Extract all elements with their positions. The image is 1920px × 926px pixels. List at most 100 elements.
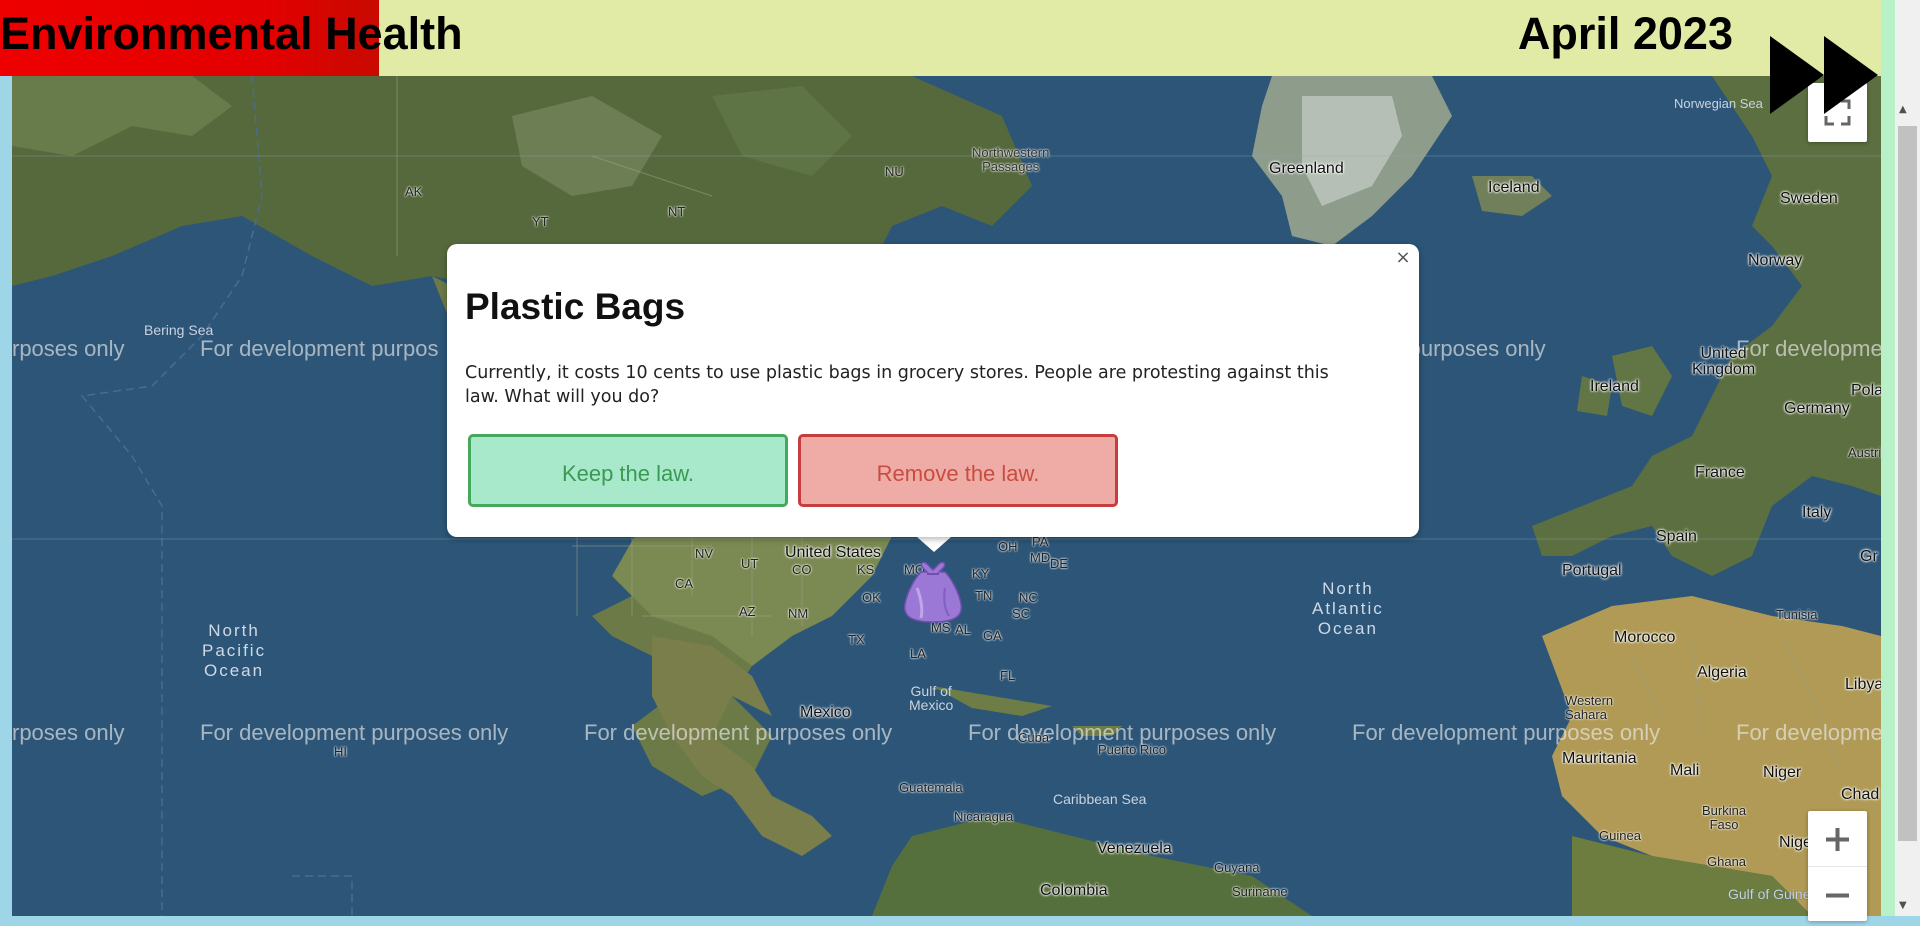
watermark: For development purposes only: [1352, 720, 1661, 745]
map-label-suriname: Suriname: [1232, 884, 1288, 899]
popup-description: Currently, it costs 10 cents to use plas…: [465, 363, 1329, 407]
map-label-guatemala: Guatemala: [899, 780, 963, 795]
plastic-bag-marker[interactable]: [897, 558, 969, 626]
map-label-portugal: Portugal: [1562, 562, 1622, 579]
map-label-nt: NT: [668, 204, 686, 219]
map-label-oh: OH: [998, 539, 1018, 554]
keep-law-button[interactable]: Keep the law.: [468, 434, 788, 507]
watermark: For development purpos: [200, 336, 439, 361]
map-label-ga: GA: [983, 628, 1002, 643]
map-label-norway: Norway: [1748, 252, 1803, 269]
map-label-mali: Mali: [1670, 762, 1700, 779]
top-bar: Environmental Health April 2023: [0, 0, 1895, 76]
map-label-nc: NC: [1019, 590, 1038, 605]
watermark: For development purposes only: [200, 720, 509, 745]
map-label-nu: NU: [885, 164, 904, 179]
map-label-spain: Spain: [1656, 528, 1697, 545]
map-label-morocco: Morocco: [1614, 629, 1676, 646]
scrollbar-thumb[interactable]: [1898, 126, 1917, 841]
minus-icon: [1826, 893, 1849, 898]
map-label-burkina-faso: Burkina Faso: [1702, 803, 1747, 832]
popup-pointer: [917, 537, 951, 552]
map-label-la: LA: [910, 646, 926, 661]
fast-forward-icon: [1770, 36, 1878, 114]
watermark: rposes only: [12, 720, 125, 745]
map-label-ok: OK: [862, 590, 881, 605]
map-label-mauritania: Mauritania: [1562, 750, 1637, 767]
right-edge-strip: [1881, 0, 1895, 916]
map-label-fl: FL: [1000, 668, 1016, 683]
map-label-ks: KS: [857, 562, 875, 577]
map-label-md: MD: [1030, 550, 1051, 565]
map-label-ireland: Ireland: [1590, 378, 1639, 395]
fast-forward-button[interactable]: [1768, 36, 1882, 114]
map-label-nw-passages: Northwestern Passages: [972, 145, 1050, 174]
plastic-bag-icon: [903, 561, 963, 623]
map-label-north-pacific: North Pacific Ocean: [202, 621, 267, 680]
map-label-nicaragua: Nicaragua: [954, 809, 1014, 824]
zoom-control: [1808, 811, 1867, 921]
map-label-gr: Gr: [1860, 548, 1878, 565]
map-label-bering-sea: Bering Sea: [144, 322, 214, 338]
map-label-caribbean-sea: Caribbean Sea: [1053, 791, 1147, 807]
map-label-tx: TX: [848, 632, 865, 647]
map-label-poland: Polanc: [1851, 382, 1881, 399]
map-label-norwegian-sea: Norwegian Sea: [1674, 96, 1763, 111]
map-label-venezuela: Venezuela: [1097, 840, 1172, 857]
map-label-tn: TN: [975, 588, 993, 603]
map-label-greenland: Greenland: [1269, 160, 1344, 177]
map-label-gulf-of-mexico: Gulf of Mexico: [909, 683, 954, 713]
map-label-az: AZ: [739, 604, 756, 619]
map-label-niger: Niger: [1763, 764, 1802, 781]
map-label-united-states: United States: [785, 544, 882, 561]
scroll-up-arrow-icon[interactable]: ▲: [1899, 104, 1907, 115]
left-edge-strip: [0, 0, 12, 916]
close-icon[interactable]: ×: [1393, 248, 1413, 268]
map-label-guyana: Guyana: [1214, 860, 1260, 875]
watermark: rposes only: [12, 336, 125, 361]
map-label-hi: HI: [334, 744, 347, 759]
map-label-ak: AK: [405, 184, 423, 199]
zoom-in-button[interactable]: [1808, 811, 1867, 866]
map-label-ut: UT: [741, 556, 759, 571]
watermark: For developme: [1736, 336, 1881, 361]
map-label-sc: SC: [1012, 606, 1031, 621]
map-label-guinea: Guinea: [1599, 828, 1641, 843]
map-label-ghana: Ghana: [1707, 854, 1747, 869]
map-label-western-sahara: Western Sahara: [1565, 693, 1614, 722]
map-label-gulf-of-guinea: Gulf of Guinea: [1728, 886, 1819, 902]
event-popup: × Plastic Bags Currently, it costs 10 ce…: [447, 244, 1419, 537]
map-label-north-atlantic: North Atlantic Ocean: [1312, 579, 1384, 638]
map-label-de: DE: [1050, 556, 1069, 571]
map-label-tunisia: Tunisia: [1776, 607, 1818, 622]
map-label-algeria: Algeria: [1697, 664, 1747, 681]
watermark: For development purposes only: [584, 720, 893, 745]
map-label-colombia: Colombia: [1040, 882, 1108, 899]
watermark: For developme: [1736, 720, 1881, 745]
map-label-ky: KY: [972, 566, 990, 581]
map-label-puerto-rico: Puerto Rico: [1098, 742, 1166, 757]
map-label-italy: Italy: [1802, 504, 1832, 521]
map-label-libya: Libya: [1845, 676, 1881, 693]
map-label-ca: CA: [675, 576, 694, 591]
map-label-nv: NV: [695, 546, 714, 561]
map-label-united-kingdom: United Kingdom: [1692, 345, 1756, 378]
map-label-france: France: [1695, 464, 1745, 481]
remove-law-button[interactable]: Remove the law.: [798, 434, 1118, 507]
map-label-germany: Germany: [1784, 400, 1850, 417]
map-label-nm: NM: [788, 606, 809, 621]
map-label-yt: YT: [532, 214, 549, 229]
popup-title: Plastic Bags: [465, 286, 686, 327]
map-label-cuba: Cuba: [1018, 730, 1050, 745]
plus-icon: [1826, 828, 1849, 851]
page-title: Environmental Health: [0, 8, 463, 59]
scroll-down-arrow-icon[interactable]: ▼: [1899, 900, 1907, 911]
map-label-chad: Chad: [1841, 786, 1880, 803]
map-label-sweden: Sweden: [1780, 190, 1838, 207]
zoom-out-button[interactable]: [1808, 866, 1867, 922]
map-label-austria: Austria: [1848, 445, 1881, 460]
map-label-mexico: Mexico: [800, 704, 851, 721]
map-label-iceland: Iceland: [1488, 179, 1540, 196]
current-date: April 2023: [1517, 8, 1733, 59]
map-label-co: CO: [792, 562, 812, 577]
